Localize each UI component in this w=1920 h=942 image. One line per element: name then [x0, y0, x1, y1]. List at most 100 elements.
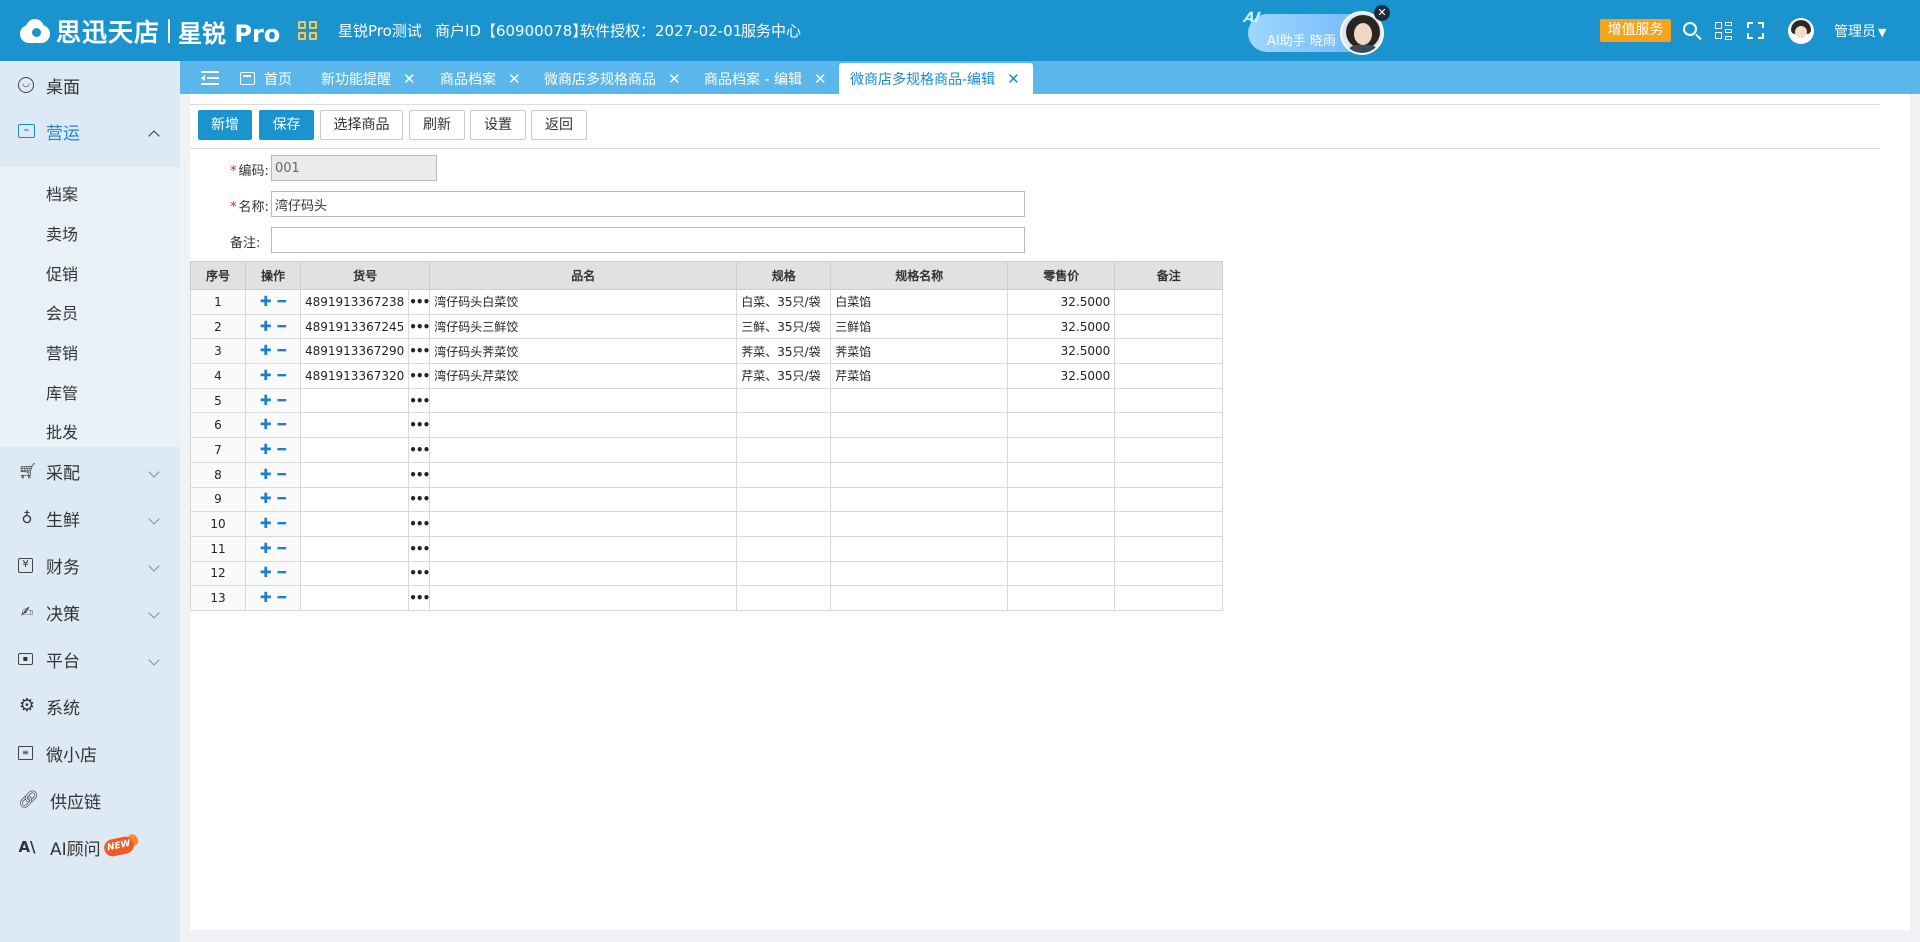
column-header-price[interactable]: 零售价 — [1007, 261, 1116, 290]
add-row-icon[interactable]: ✚ — [260, 393, 272, 409]
code-field[interactable] — [271, 155, 437, 181]
product-name-cell[interactable]: 湾仔码头荠菜饺 — [429, 338, 738, 365]
remark-cell[interactable] — [1114, 560, 1224, 587]
back-button[interactable]: 返回 — [531, 110, 587, 140]
spec-cell[interactable]: 白菜、35只/袋 — [736, 289, 832, 315]
delete-row-icon[interactable]: ━ — [278, 565, 286, 581]
spec-name-cell[interactable] — [830, 387, 1009, 414]
column-header-name[interactable]: 品名 — [429, 261, 738, 290]
value-added-services-button[interactable]: 增值服务 — [1600, 19, 1671, 42]
delete-row-icon[interactable]: ━ — [278, 541, 286, 557]
table-row[interactable]: 5 ✚ ━ ••• — [190, 387, 1224, 414]
more-options-icon[interactable]: ••• — [408, 585, 431, 611]
more-options-icon[interactable]: ••• — [408, 363, 431, 389]
product-name-cell[interactable] — [429, 437, 738, 463]
spec-cell[interactable] — [736, 585, 832, 611]
add-row-icon[interactable]: ✚ — [260, 467, 272, 483]
product-code-cell[interactable] — [299, 461, 410, 488]
more-options-icon[interactable]: ••• — [408, 313, 431, 340]
product-name-cell[interactable] — [429, 560, 738, 587]
spec-cell[interactable] — [736, 461, 832, 488]
spec-name-cell[interactable] — [830, 461, 1009, 488]
spec-cell[interactable] — [736, 486, 832, 513]
product-code-cell[interactable]: 4891913367320 — [299, 363, 410, 389]
remark-field[interactable] — [271, 227, 1025, 253]
ai-assistant-label[interactable]: AI助手 晓雨 — [1267, 30, 1336, 49]
table-row[interactable]: 6 ✚ ━ ••• — [190, 412, 1224, 439]
table-row[interactable]: 4 ✚ ━ 4891913367320 ••• 湾仔码头芹菜饺 芹菜、35只/袋 芹菜馅 32.… — [190, 363, 1224, 389]
product-name-cell[interactable]: 湾仔码头白菜饺 — [429, 289, 738, 315]
close-icon[interactable]: ✕ — [668, 70, 681, 88]
add-row-icon[interactable]: ✚ — [260, 368, 272, 384]
table-row[interactable]: 13 ✚ ━ ••• — [190, 585, 1224, 611]
delete-row-icon[interactable]: ━ — [278, 417, 286, 433]
spec-cell[interactable] — [736, 560, 832, 587]
remark-cell[interactable] — [1114, 289, 1224, 315]
spec-name-cell[interactable] — [830, 412, 1009, 439]
retail-price-cell[interactable] — [1007, 511, 1116, 537]
tab-micro-shop-products[interactable]: 微商店多规格商品 ✕ — [544, 63, 681, 94]
remark-cell[interactable] — [1114, 387, 1224, 414]
spec-cell[interactable]: 芹菜、35只/袋 — [736, 363, 832, 389]
apps-grid-icon[interactable] — [298, 21, 318, 41]
table-row[interactable]: 1 ✚ ━ 4891913367238 ••• 湾仔码头白菜饺 白菜、35只/袋 白菜馅 32.… — [190, 289, 1224, 315]
more-options-icon[interactable]: ••• — [408, 560, 431, 587]
close-icon[interactable]: ✕ — [1007, 70, 1020, 88]
name-field[interactable] — [271, 191, 1025, 217]
product-code-cell[interactable] — [299, 486, 410, 513]
add-row-icon[interactable]: ✚ — [260, 565, 272, 581]
column-header-spec-name[interactable]: 规格名称 — [830, 261, 1009, 290]
column-header-code[interactable]: 货号 — [299, 261, 431, 290]
submenu-item-member[interactable]: 会员 — [46, 300, 78, 324]
product-code-cell[interactable] — [299, 585, 410, 611]
service-center-link[interactable]: 服务中心 — [741, 20, 801, 41]
table-row[interactable]: 2 ✚ ━ 4891913367245 ••• 湾仔码头三鲜饺 三鲜、35只/袋 三鲜馅 32.… — [190, 313, 1224, 340]
add-row-icon[interactable]: ✚ — [260, 491, 272, 507]
remark-cell[interactable] — [1114, 585, 1224, 611]
retail-price-cell[interactable]: 32.5000 — [1007, 313, 1116, 340]
product-code-cell[interactable] — [299, 437, 410, 463]
remark-cell[interactable] — [1114, 511, 1224, 537]
sidebar-item-system[interactable]: ⚙ 系统 — [0, 684, 180, 728]
remark-cell[interactable] — [1114, 535, 1224, 562]
retail-price-cell[interactable] — [1007, 412, 1116, 439]
column-header-spec[interactable]: 规格 — [736, 261, 832, 290]
spec-name-cell[interactable] — [830, 535, 1009, 562]
more-options-icon[interactable]: ••• — [408, 412, 431, 439]
user-menu[interactable]: 管理员 ▼ — [1834, 21, 1886, 41]
delete-row-icon[interactable]: ━ — [278, 442, 286, 458]
add-row-icon[interactable]: ✚ — [260, 541, 272, 557]
save-button[interactable]: 保存 — [259, 110, 314, 140]
submenu-item-wholesale[interactable]: 批发 — [46, 419, 78, 443]
refresh-button[interactable]: 刷新 — [409, 110, 465, 140]
sidebar-item-operations[interactable]: ⌁ 营运 — [0, 109, 180, 153]
retail-price-cell[interactable] — [1007, 437, 1116, 463]
submenu-item-marketing[interactable]: 营销 — [46, 340, 78, 364]
remark-cell[interactable] — [1114, 363, 1224, 389]
add-row-icon[interactable]: ✚ — [260, 294, 272, 310]
tab-home[interactable]: 首页 — [240, 63, 292, 94]
delete-row-icon[interactable]: ━ — [278, 393, 286, 409]
delete-row-icon[interactable]: ━ — [278, 368, 286, 384]
submenu-item-store[interactable]: 卖场 — [46, 221, 78, 245]
table-row[interactable]: 7 ✚ ━ ••• — [190, 437, 1224, 463]
product-code-cell[interactable] — [299, 535, 410, 562]
delete-row-icon[interactable]: ━ — [278, 294, 286, 310]
spec-name-cell[interactable]: 三鲜馅 — [830, 313, 1009, 340]
add-button[interactable]: 新增 — [198, 110, 252, 140]
product-code-cell[interactable]: 4891913367238 — [299, 289, 410, 315]
table-row[interactable]: 10 ✚ ━ ••• — [190, 511, 1224, 537]
sidebar-item-purchase[interactable]: 🛒︎ 采配 — [0, 449, 180, 493]
product-name-cell[interactable] — [429, 535, 738, 562]
spec-cell[interactable] — [736, 412, 832, 439]
retail-price-cell[interactable] — [1007, 585, 1116, 611]
delete-row-icon[interactable]: ━ — [278, 343, 286, 359]
spec-cell[interactable] — [736, 511, 832, 537]
add-row-icon[interactable]: ✚ — [260, 590, 272, 606]
product-name-cell[interactable] — [429, 511, 738, 537]
product-code-cell[interactable]: 4891913367290 — [299, 338, 410, 365]
spec-name-cell[interactable]: 荠菜馅 — [830, 338, 1009, 365]
spec-name-cell[interactable]: 芹菜馅 — [830, 363, 1009, 389]
remark-cell[interactable] — [1114, 412, 1224, 439]
product-code-cell[interactable] — [299, 387, 410, 414]
